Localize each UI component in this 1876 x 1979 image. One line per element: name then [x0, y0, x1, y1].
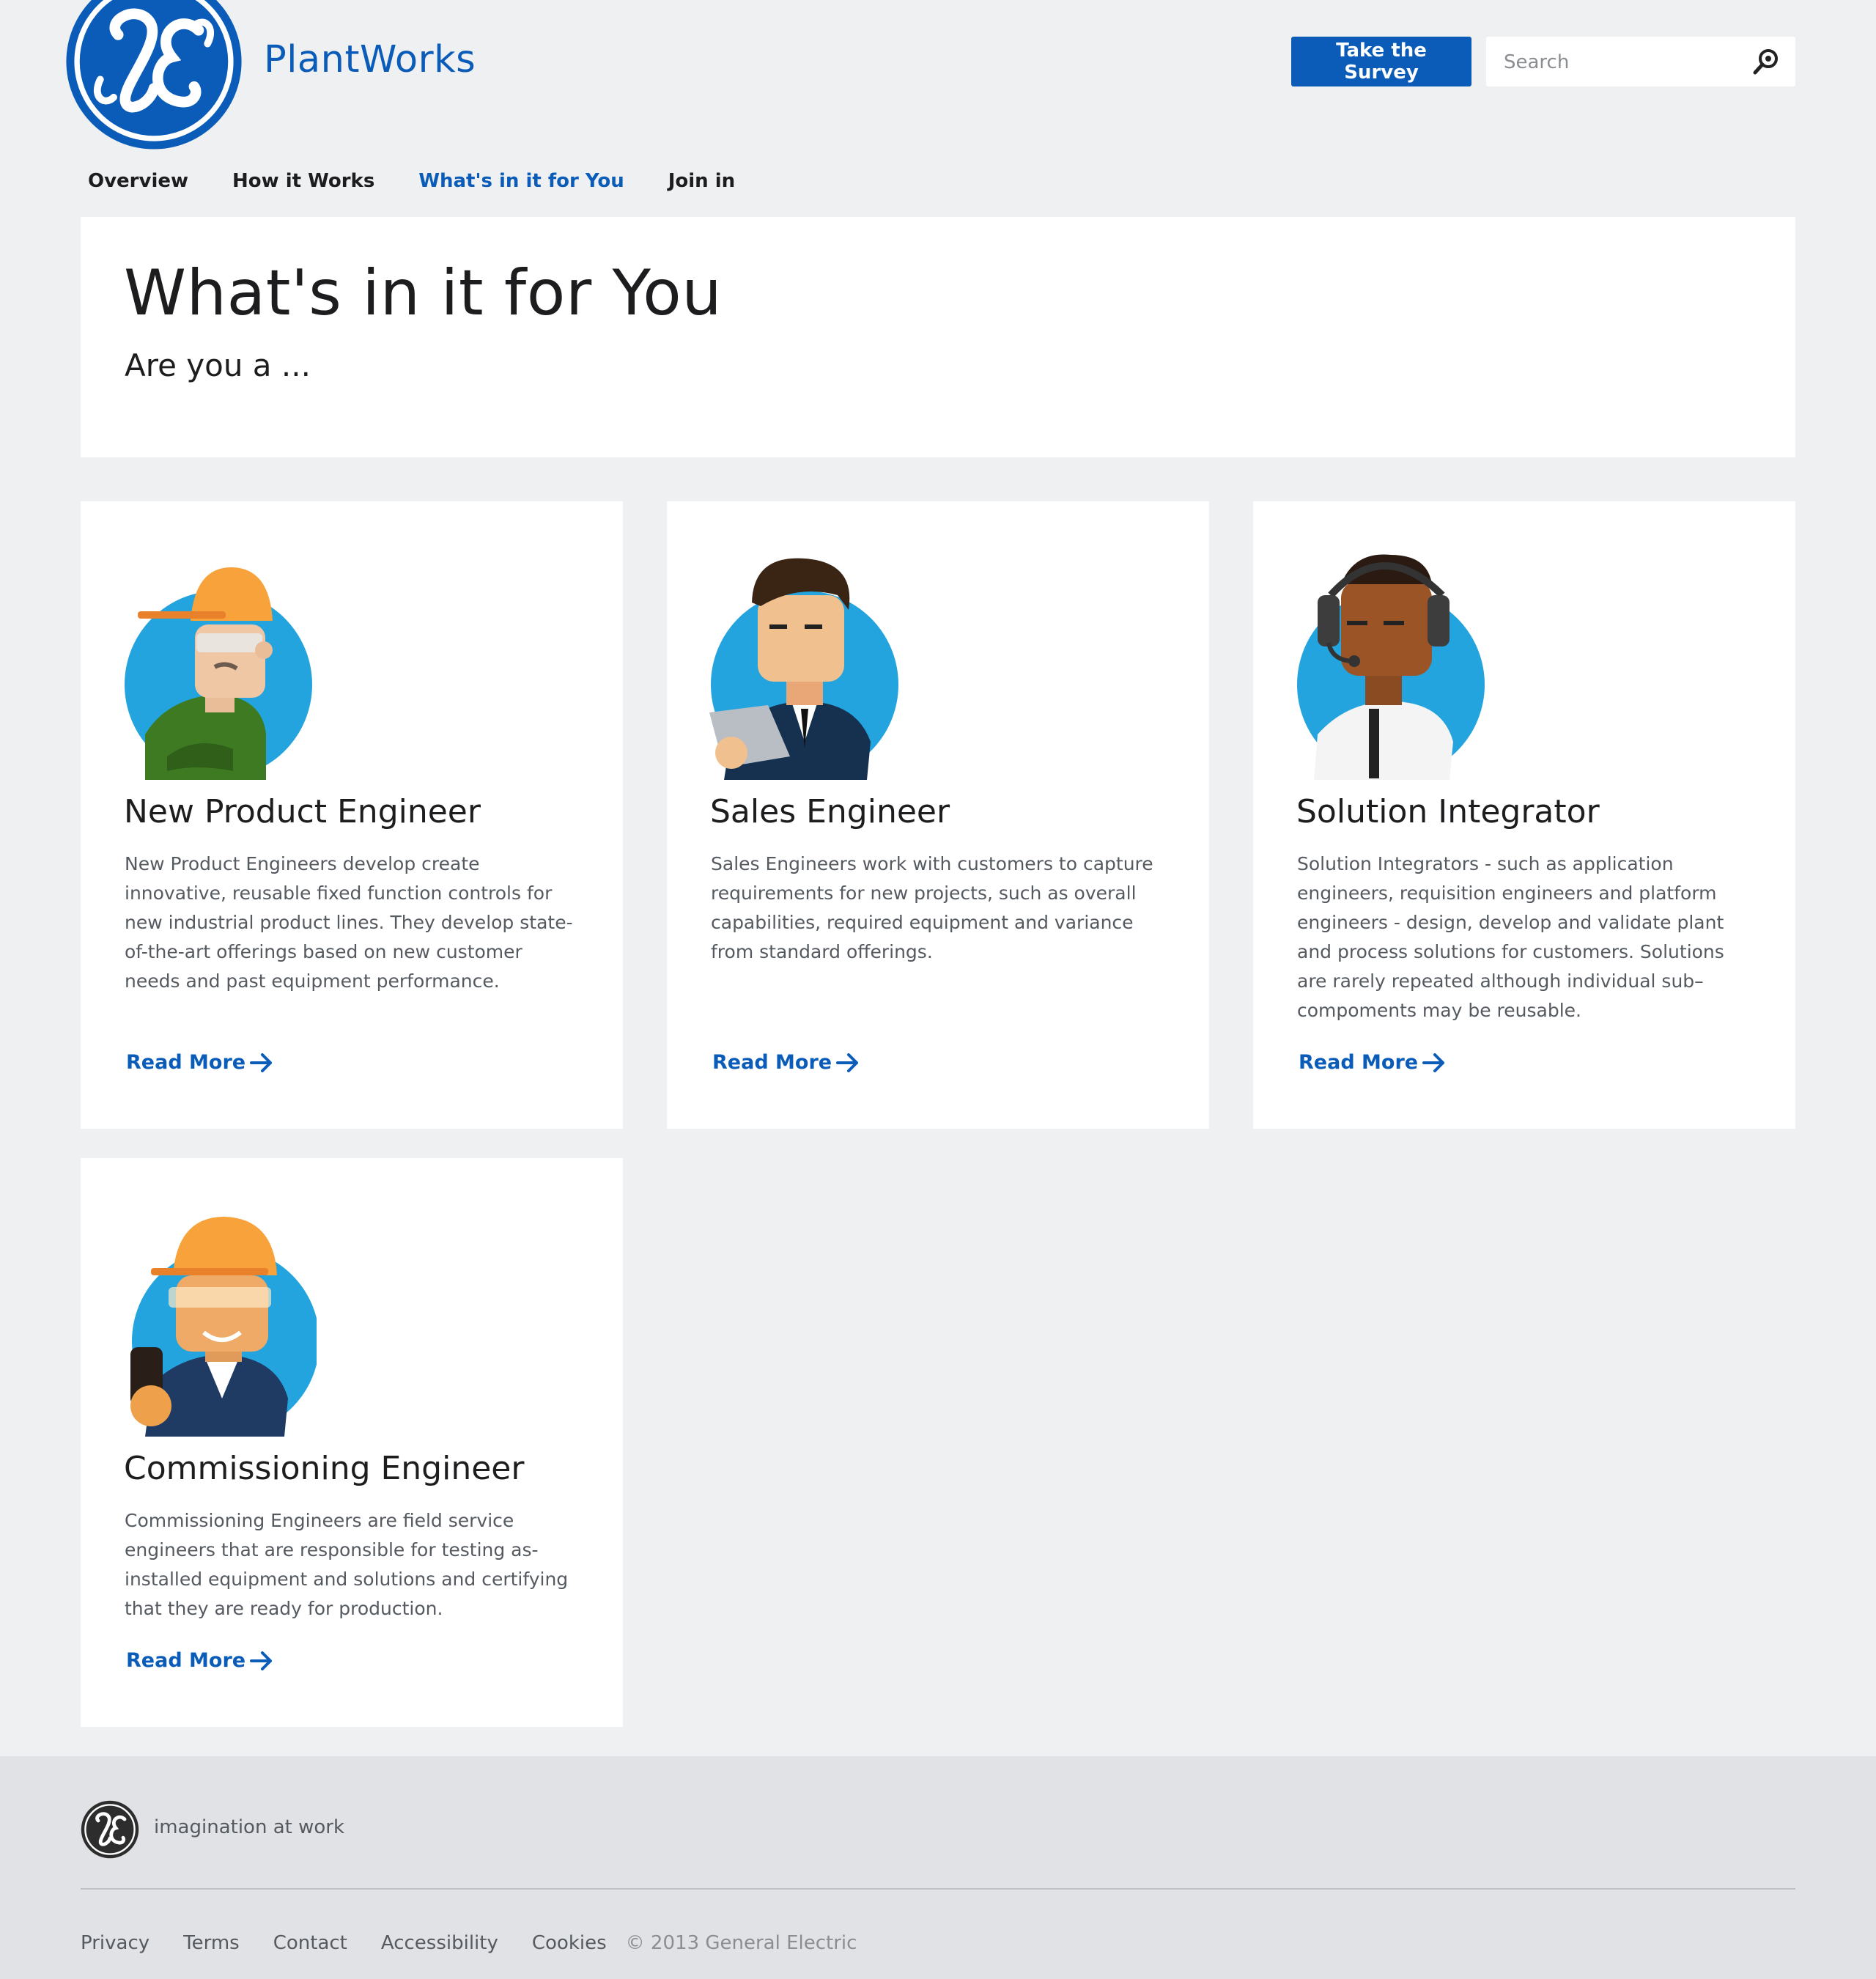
read-more-link[interactable]: Read More: [126, 1051, 273, 1074]
card-commissioning-engineer: Commissioning Engineer Commissioning Eng…: [81, 1158, 623, 1727]
read-more-label: Read More: [1299, 1051, 1419, 1074]
footer-tagline: imagination at work: [154, 1816, 344, 1838]
search-input[interactable]: [1502, 37, 1754, 88]
footer-links: Privacy Terms Contact Accessibility Cook…: [81, 1932, 857, 1954]
arrow-right-icon: [1422, 1053, 1445, 1072]
search-icon[interactable]: [1751, 47, 1781, 76]
solution-integrator-avatar: [1297, 554, 1485, 780]
ge-logo-icon[interactable]: [64, 0, 243, 151]
search-box: [1486, 37, 1795, 88]
card-title: Commissioning Engineer: [124, 1450, 525, 1487]
nav-overview[interactable]: Overview: [88, 170, 188, 192]
read-more-link[interactable]: Read More: [712, 1051, 860, 1074]
page-subtitle: Are you a ...: [125, 347, 311, 383]
card-sales-engineer: Sales Engineer Sales Engineers work with…: [667, 501, 1209, 1129]
footer: imagination at work Privacy Terms Contac…: [0, 1756, 1876, 1979]
read-more-label: Read More: [126, 1051, 246, 1074]
card-description: New Product Engineers develop create inn…: [125, 853, 573, 992]
hero-panel: What's in it for You Are you a ...: [81, 217, 1795, 457]
read-more-label: Read More: [712, 1051, 832, 1074]
nav-how-it-works[interactable]: How it Works: [232, 170, 374, 192]
card-title: New Product Engineer: [124, 793, 481, 830]
footer-link-cookies[interactable]: Cookies: [532, 1932, 607, 1954]
footer-divider: [81, 1888, 1795, 1890]
read-more-link[interactable]: Read More: [1299, 1051, 1446, 1074]
card-new-product-engineer: New Product Engineer New Product Enginee…: [81, 501, 623, 1129]
nav-whats-in-it-for-you[interactable]: What's in it for You: [418, 170, 624, 192]
nav-join-in[interactable]: Join in: [668, 170, 735, 192]
arrow-right-icon: [836, 1053, 859, 1072]
page-title: What's in it for You: [124, 257, 723, 330]
copyright: © 2013 General Electric: [625, 1932, 857, 1954]
read-more-link[interactable]: Read More: [126, 1649, 273, 1672]
take-survey-button[interactable]: Take the Survey: [1291, 37, 1471, 86]
footer-link-terms[interactable]: Terms: [183, 1932, 240, 1954]
read-more-label: Read More: [126, 1649, 246, 1672]
card-title: Solution Integrator: [1296, 793, 1600, 830]
footer-link-accessibility[interactable]: Accessibility: [381, 1932, 498, 1954]
new-product-engineer-avatar: [125, 567, 312, 780]
card-description: Sales Engineers work with customers to c…: [711, 853, 1153, 962]
arrow-right-icon: [250, 1053, 273, 1072]
commissioning-engineer-avatar: [130, 1217, 317, 1437]
card-description: Commissioning Engineers are field servic…: [125, 1510, 569, 1619]
card-solution-integrator: Solution Integrator Solution Integrators…: [1253, 501, 1795, 1129]
sales-engineer-avatar: [709, 558, 898, 780]
ge-footer-logo-icon[interactable]: [81, 1800, 139, 1859]
footer-link-privacy[interactable]: Privacy: [81, 1932, 149, 1954]
footer-link-contact[interactable]: Contact: [273, 1932, 347, 1954]
card-description: Solution Integrators - such as applicati…: [1297, 853, 1724, 1021]
card-title: Sales Engineer: [710, 793, 950, 830]
brand-name[interactable]: PlantWorks: [264, 38, 476, 81]
main-nav: Overview How it Works What's in it for Y…: [88, 170, 779, 192]
arrow-right-icon: [250, 1651, 273, 1670]
